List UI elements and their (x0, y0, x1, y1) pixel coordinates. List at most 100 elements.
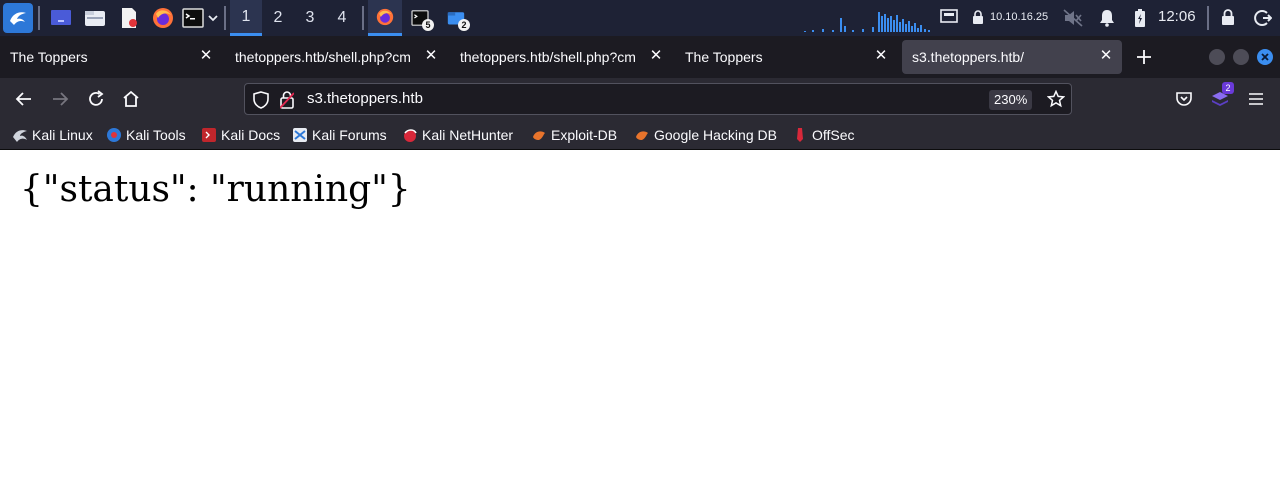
bookmark-label: Kali Tools (126, 127, 186, 143)
tab-s3-thetoppers[interactable]: s3.thetoppers.htb/ ✕ (902, 40, 1122, 74)
bookmark-label: Kali Forums (312, 127, 387, 143)
tracking-protection-shield-icon[interactable] (253, 91, 269, 113)
tab-the-toppers-2[interactable]: The Toppers ✕ (675, 40, 897, 74)
battery-charging-icon[interactable] (1134, 8, 1146, 32)
terminal-icon (182, 8, 204, 28)
window-count-badge: 5 (422, 19, 434, 31)
app-menu-button[interactable] (1244, 87, 1268, 111)
tab-the-toppers[interactable]: The Toppers ✕ (0, 40, 222, 74)
kali-menu-button[interactable] (0, 0, 34, 36)
bookmark-kali-docs[interactable]: Kali Docs (201, 125, 280, 145)
maximize-window-button[interactable] (1233, 49, 1249, 65)
hamburger-menu-icon (1249, 93, 1263, 105)
bookmark-exploit-db[interactable]: Exploit-DB (531, 125, 617, 145)
taskbar-separator (38, 6, 40, 30)
workspace-1-button[interactable]: 1 (230, 0, 262, 36)
terminal-window-group-button[interactable]: 5 (402, 0, 438, 36)
volume-muted-icon[interactable] (1063, 9, 1083, 31)
minimize-window-button[interactable] (1209, 49, 1225, 65)
zoom-level-button[interactable]: 230% (989, 90, 1033, 110)
system-taskbar: 1 2 3 4 5 2 10.10.16.25 12:06 (0, 0, 1280, 36)
reload-button[interactable] (84, 87, 108, 111)
close-icon (1261, 53, 1269, 61)
launcher-dropdown-button[interactable] (206, 0, 220, 36)
tab-shell-php-1[interactable]: thetoppers.htb/shell.php?cm ✕ (225, 40, 447, 74)
bookmark-offsec[interactable]: OffSec (792, 125, 855, 145)
show-desktop-button[interactable] (44, 0, 78, 36)
firefox-window-button[interactable] (368, 0, 402, 36)
firefox-icon (153, 8, 173, 28)
bookmark-kali-linux[interactable]: Kali Linux (12, 125, 93, 145)
bookmark-google-hacking-db[interactable]: Google Hacking DB (634, 125, 777, 145)
kali-docs-icon (201, 127, 217, 143)
extension-count-badge: 2 (1222, 82, 1234, 94)
address-bar[interactable]: s3.thetoppers.htb 230% (244, 83, 1072, 115)
bookmarks-toolbar: Kali Linux Kali Tools Kali Docs Kali For… (0, 120, 1280, 150)
lock-screen-icon[interactable] (1221, 9, 1235, 30)
tab-title: thetoppers.htb/shell.php?cm (460, 49, 636, 65)
bookmark-label: Kali Linux (32, 127, 93, 143)
logout-icon[interactable] (1254, 9, 1273, 31)
tab-title: thetoppers.htb/shell.php?cm (235, 49, 411, 65)
forward-button[interactable] (48, 87, 72, 111)
json-response-text: {"status": "running"} (20, 169, 411, 210)
bookmark-label: Exploit-DB (551, 127, 618, 143)
workspace-3-button[interactable]: 3 (294, 0, 326, 36)
pocket-button[interactable] (1172, 87, 1196, 111)
files-window-group-button[interactable]: 2 (438, 0, 474, 36)
kali-logo-icon (3, 3, 33, 33)
bookmark-star-icon[interactable] (1046, 89, 1066, 112)
taskbar-separator (1207, 6, 1209, 30)
tab-title: s3.thetoppers.htb/ (912, 49, 1025, 65)
back-button[interactable] (12, 87, 36, 111)
new-tab-button[interactable] (1134, 47, 1154, 67)
url-text[interactable]: s3.thetoppers.htb (307, 90, 423, 107)
clock[interactable]: 12:06 (1158, 8, 1196, 25)
close-icon[interactable]: ✕ (423, 48, 439, 64)
text-editor-button[interactable] (112, 0, 146, 36)
workspace-4-button[interactable]: 4 (326, 0, 358, 36)
page-content: {"status": "running"} (0, 151, 1280, 492)
tab-shell-php-2[interactable]: thetoppers.htb/shell.php?cm ✕ (450, 40, 672, 74)
vpn-ip-address: 10.10.16.25 (990, 11, 1049, 23)
bookmark-kali-tools[interactable]: Kali Tools (106, 125, 186, 145)
display-icon[interactable] (940, 9, 958, 29)
close-icon[interactable]: ✕ (198, 48, 214, 64)
insecure-lock-icon[interactable] (279, 91, 295, 113)
bookmark-label: Kali Docs (221, 127, 281, 143)
terminal-launcher-button[interactable] (180, 0, 206, 36)
window-count-badge: 2 (458, 19, 470, 31)
pocket-icon (1176, 92, 1192, 106)
arrow-left-icon (15, 92, 31, 106)
offsec-icon (792, 127, 808, 143)
kali-forums-icon (292, 127, 308, 143)
home-button[interactable] (119, 87, 143, 111)
firefox-launcher-button[interactable] (146, 0, 180, 36)
lock-icon (973, 10, 983, 24)
bookmark-kali-nethunter[interactable]: Kali NetHunter (402, 125, 513, 145)
notifications-bell-icon[interactable] (1099, 9, 1115, 31)
close-icon[interactable]: ✕ (1098, 48, 1114, 64)
browser-tab-strip: The Toppers ✕ thetoppers.htb/shell.php?c… (0, 36, 1280, 78)
text-editor-icon (122, 8, 137, 28)
kali-nethunter-icon (402, 127, 418, 143)
taskbar-separator (224, 6, 226, 30)
plus-icon (1137, 50, 1151, 64)
bookmark-label: OffSec (812, 127, 855, 143)
close-window-button[interactable] (1257, 49, 1273, 65)
vpn-indicator[interactable]: 10.10.16.25 (972, 10, 1048, 24)
close-icon[interactable]: ✕ (873, 48, 889, 64)
kali-tools-icon (106, 127, 122, 143)
extension-button[interactable]: 2 (1208, 82, 1234, 111)
workspace-2-button[interactable]: 2 (262, 0, 294, 36)
bookmark-kali-forums[interactable]: Kali Forums (292, 125, 387, 145)
browser-nav-bar: s3.thetoppers.htb 230% 2 (0, 78, 1280, 120)
close-icon[interactable]: ✕ (648, 48, 664, 64)
file-manager-button[interactable] (78, 0, 112, 36)
tab-title: The Toppers (685, 49, 763, 65)
bookmark-label: Kali NetHunter (422, 127, 514, 143)
firefox-icon (376, 8, 394, 25)
bookmark-label: Google Hacking DB (654, 127, 777, 143)
ghdb-icon (634, 127, 650, 143)
taskbar-separator (362, 6, 364, 30)
